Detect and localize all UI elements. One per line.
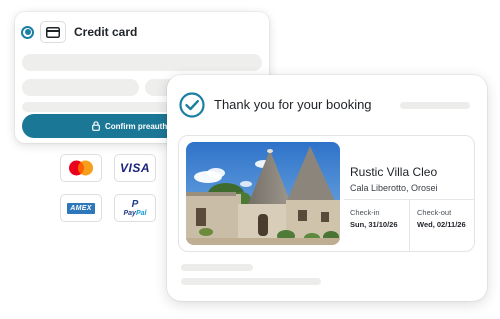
visa-logo: VISA bbox=[114, 154, 156, 182]
divider bbox=[409, 200, 410, 252]
header-placeholder bbox=[400, 102, 470, 109]
villa-photo bbox=[186, 142, 340, 245]
visa-logo-text: VISA bbox=[119, 161, 150, 175]
check-circle-icon bbox=[179, 92, 205, 118]
payment-method-label: Credit card bbox=[74, 25, 138, 39]
expiry-field[interactable] bbox=[22, 79, 139, 96]
credit-card-radio[interactable] bbox=[21, 25, 34, 39]
booking-confirmation-title: Thank you for your booking bbox=[214, 97, 372, 112]
paypal-logo: P PayPal bbox=[114, 194, 156, 222]
payment-method-header[interactable]: Credit card bbox=[21, 18, 137, 46]
credit-card-icon bbox=[40, 21, 66, 43]
checkin-date: Sun, 31/10/26 bbox=[350, 220, 398, 229]
mastercard-icon bbox=[69, 160, 93, 176]
listing-location: Cala Liberotto, Orosei bbox=[350, 183, 438, 193]
paypal-text-pal: Pal bbox=[135, 209, 147, 217]
lock-icon bbox=[92, 121, 100, 131]
checkin-label: Check-in bbox=[350, 208, 380, 217]
footer-placeholder bbox=[181, 264, 253, 271]
listing-name: Rustic Villa Cleo bbox=[350, 165, 438, 179]
amex-logo-text: AMEX bbox=[67, 202, 95, 214]
mastercard-logo bbox=[60, 154, 102, 182]
booking-confirmation-card: Thank you for your booking Rustic Villa … bbox=[167, 75, 487, 301]
paypal-text-pay: Pay bbox=[123, 209, 136, 217]
checkout-label: Check-out bbox=[417, 208, 452, 217]
checkout-date: Wed, 02/11/26 bbox=[417, 220, 466, 229]
listing-card[interactable]: Rustic Villa Cleo Cala Liberotto, Orosei… bbox=[178, 135, 475, 252]
amex-logo: AMEX bbox=[60, 194, 102, 222]
footer-placeholder bbox=[181, 278, 321, 285]
paypal-mark: P bbox=[131, 198, 139, 210]
card-number-field[interactable] bbox=[22, 54, 262, 71]
